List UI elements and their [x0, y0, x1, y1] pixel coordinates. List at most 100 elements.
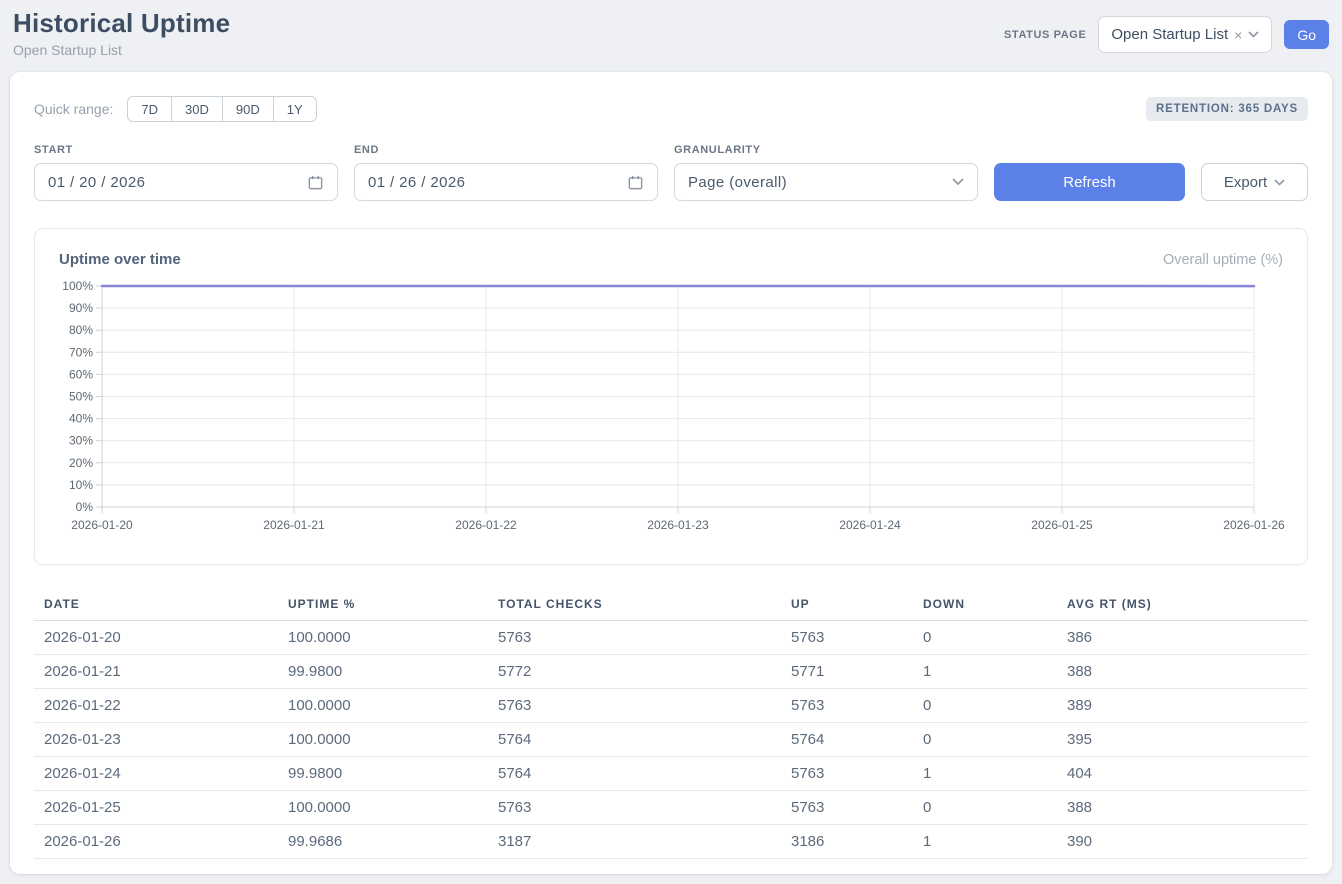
table-cell: 2026-01-20: [34, 621, 278, 655]
table-row: 2026-01-25100.0000576357630388: [34, 791, 1308, 825]
svg-text:2026-01-21: 2026-01-21: [263, 518, 325, 532]
status-page-select[interactable]: Open Startup List ×: [1098, 16, 1272, 53]
column-header: AVG RT (MS): [1057, 588, 1308, 621]
table-cell: 390: [1057, 825, 1308, 859]
svg-text:2026-01-22: 2026-01-22: [455, 518, 517, 532]
table-cell: 100.0000: [278, 689, 488, 723]
table-cell: 3186: [781, 825, 913, 859]
table-header-row: DATEUPTIME %TOTAL CHECKSUPDOWNAVG RT (MS…: [34, 588, 1308, 621]
table-cell: 1: [913, 757, 1057, 791]
chart-title: Uptime over time: [59, 251, 181, 268]
svg-text:80%: 80%: [69, 323, 93, 337]
granularity-selected-value: Page (overall): [688, 174, 787, 191]
table-cell: 5763: [488, 621, 781, 655]
granularity-field-wrap: GRANULARITY Page (overall): [674, 144, 978, 201]
table-row: 2026-01-22100.0000576357630389: [34, 689, 1308, 723]
table-cell: 388: [1057, 791, 1308, 825]
table-cell: 5771: [781, 655, 913, 689]
table-cell: 5763: [781, 621, 913, 655]
quick-range-30d-button[interactable]: 30D: [172, 96, 223, 122]
table-cell: 395: [1057, 723, 1308, 757]
table-cell: 5772: [488, 655, 781, 689]
uptime-table: DATEUPTIME %TOTAL CHECKSUPDOWNAVG RT (MS…: [34, 588, 1308, 859]
table-row: 2026-01-2499.9800576457631404: [34, 757, 1308, 791]
chart-header: Uptime over time Overall uptime (%): [59, 251, 1283, 268]
retention-badge: RETENTION: 365 DAYS: [1146, 97, 1308, 121]
table-cell: 5764: [781, 723, 913, 757]
table-cell: 5764: [488, 723, 781, 757]
page-title: Historical Uptime: [13, 8, 230, 39]
chevron-down-icon: [952, 178, 964, 186]
table-row: 2026-01-2199.9800577257711388: [34, 655, 1308, 689]
table-cell: 5764: [488, 757, 781, 791]
quick-range-1y-button[interactable]: 1Y: [274, 96, 317, 122]
table-cell: 100.0000: [278, 791, 488, 825]
start-date-input[interactable]: 01 / 20 / 2026: [34, 163, 338, 201]
table-cell: 1: [913, 655, 1057, 689]
svg-text:2026-01-24: 2026-01-24: [839, 518, 901, 532]
refresh-button[interactable]: Refresh: [994, 163, 1185, 201]
table-cell: 2026-01-24: [34, 757, 278, 791]
svg-text:2026-01-26: 2026-01-26: [1223, 518, 1285, 532]
table-cell: 99.9800: [278, 757, 488, 791]
go-button[interactable]: Go: [1284, 20, 1329, 49]
status-page-selected-value: Open Startup List: [1111, 26, 1228, 43]
table-cell: 5763: [488, 689, 781, 723]
granularity-select[interactable]: Page (overall): [674, 163, 978, 201]
table-cell: 386: [1057, 621, 1308, 655]
start-label: START: [34, 144, 338, 156]
table-cell: 0: [913, 689, 1057, 723]
svg-text:100%: 100%: [62, 280, 93, 293]
column-header: UP: [781, 588, 913, 621]
start-date-field-wrap: START 01 / 20 / 2026: [34, 144, 338, 201]
granularity-label: GRANULARITY: [674, 144, 978, 156]
chart-legend: Overall uptime (%): [1163, 252, 1283, 268]
svg-text:20%: 20%: [69, 456, 93, 470]
quick-range-7d-button[interactable]: 7D: [127, 96, 172, 122]
calendar-icon[interactable]: [307, 174, 324, 191]
table-cell: 0: [913, 791, 1057, 825]
header-right: STATUS PAGE Open Startup List × Go: [1004, 16, 1329, 53]
column-header: TOTAL CHECKS: [488, 588, 781, 621]
column-header: DOWN: [913, 588, 1057, 621]
table-cell: 5763: [781, 791, 913, 825]
quick-range-row: Quick range: 7D30D90D1Y RETENTION: 365 D…: [34, 96, 1308, 122]
table-cell: 2026-01-25: [34, 791, 278, 825]
page-subtitle: Open Startup List: [13, 42, 230, 58]
table-cell: 2026-01-22: [34, 689, 278, 723]
quick-range-buttons: 7D30D90D1Y: [127, 96, 316, 122]
quick-range-90d-button[interactable]: 90D: [223, 96, 274, 122]
end-date-field-wrap: END 01 / 26 / 2026: [354, 144, 658, 201]
filter-row: START 01 / 20 / 2026 END 01 / 26 / 2026: [34, 144, 1308, 201]
status-page-label: STATUS PAGE: [1004, 29, 1086, 41]
svg-text:50%: 50%: [69, 390, 93, 404]
calendar-icon[interactable]: [627, 174, 644, 191]
table-cell: 2026-01-26: [34, 825, 278, 859]
table-cell: 1: [913, 825, 1057, 859]
table-cell: 100.0000: [278, 621, 488, 655]
start-date-value: 01 / 20 / 2026: [48, 174, 145, 191]
table-cell: 0: [913, 621, 1057, 655]
svg-text:10%: 10%: [69, 478, 93, 492]
table-cell: 99.9800: [278, 655, 488, 689]
svg-text:2026-01-20: 2026-01-20: [71, 518, 133, 532]
clear-selection-icon[interactable]: ×: [1234, 27, 1242, 43]
uptime-line-chart: 0%10%20%30%40%50%60%70%80%90%100%2026-01…: [59, 280, 1283, 545]
svg-text:2026-01-23: 2026-01-23: [647, 518, 709, 532]
column-header: UPTIME %: [278, 588, 488, 621]
svg-text:2026-01-25: 2026-01-25: [1031, 518, 1093, 532]
table-cell: 404: [1057, 757, 1308, 791]
table-cell: 3187: [488, 825, 781, 859]
end-date-value: 01 / 26 / 2026: [368, 174, 465, 191]
export-button[interactable]: Export: [1201, 163, 1308, 201]
svg-text:90%: 90%: [69, 301, 93, 315]
title-block: Historical Uptime Open Startup List: [13, 8, 230, 58]
end-date-input[interactable]: 01 / 26 / 2026: [354, 163, 658, 201]
end-label: END: [354, 144, 658, 156]
quick-range-label: Quick range:: [34, 101, 113, 117]
table-row: 2026-01-23100.0000576457640395: [34, 723, 1308, 757]
chart-svg: 0%10%20%30%40%50%60%70%80%90%100%2026-01…: [59, 280, 1287, 540]
export-button-label: Export: [1224, 174, 1267, 191]
table-cell: 5763: [781, 757, 913, 791]
table-cell: 2026-01-23: [34, 723, 278, 757]
